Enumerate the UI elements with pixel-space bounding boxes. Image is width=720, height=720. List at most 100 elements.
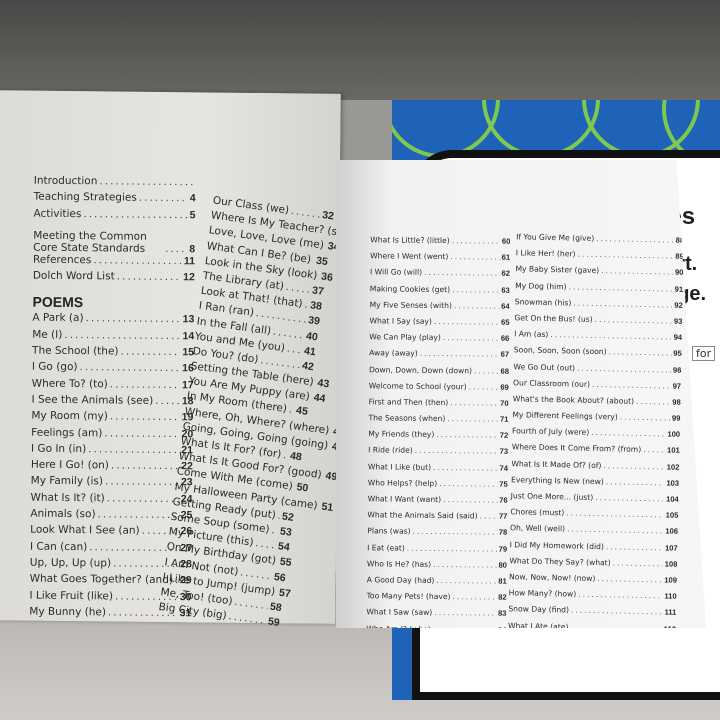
- toc-entry-page: 72: [499, 430, 509, 440]
- dot-leader: [592, 380, 671, 391]
- toc-entry-title: Our Classroom (our): [513, 377, 591, 389]
- toc-entry-title: Who Helps? (help): [367, 478, 438, 488]
- toc-entry-page: 75: [499, 479, 508, 489]
- toc-entry-title: Get On the Bus! (us): [514, 313, 593, 324]
- toc-entry-page: 40: [305, 329, 319, 343]
- dot-leader: [577, 250, 673, 261]
- toc-entry-title: Teaching Strategies: [33, 190, 137, 205]
- toc-entry-page: 64: [501, 301, 510, 311]
- toc-entry-page: 12: [183, 271, 195, 284]
- dot-leader: [105, 476, 179, 489]
- toc-entry: What I Saw (saw) 83: [366, 608, 506, 626]
- toc-entry-title: Where Does It Come From? (from): [511, 442, 642, 455]
- toc-entry: References 11: [33, 254, 195, 272]
- dot-leader: [595, 315, 673, 326]
- toc-entry-page: 50: [295, 481, 309, 495]
- dot-leader: [110, 411, 180, 424]
- toc-entry-title: Up, Up, Up (up): [29, 556, 112, 570]
- dot-leader: [155, 395, 180, 407]
- toc-entry-page: 98: [672, 397, 681, 407]
- toc-entry-page: 63: [501, 285, 510, 295]
- toc-entry-page: 83: [497, 608, 507, 619]
- dot-leader: [413, 527, 497, 537]
- dot-leader: [434, 608, 496, 618]
- toc-entry: I See the Animals (see)18: [31, 394, 193, 412]
- toc-entry-title: Fourth of July (were): [511, 426, 590, 438]
- toc-entry-page: 97: [672, 381, 682, 391]
- toc-entry-page: 78: [498, 528, 508, 538]
- toc-entry: Who Is He? (has) 80: [367, 559, 507, 577]
- toc-entry: I Will Go (will) 62: [370, 268, 510, 286]
- toc-entry: I Go (go)16: [32, 361, 194, 379]
- dot-leader: [550, 330, 672, 342]
- toc-entry-title: My Bunny (he): [29, 605, 107, 619]
- dot-leader: [577, 363, 671, 374]
- dot-leader: [578, 590, 662, 601]
- toc-entry-page: 91: [674, 284, 684, 294]
- toc-entry-page: 8: [189, 243, 196, 256]
- toc-entry-title: Welcome to School (your): [368, 380, 467, 391]
- toc-entry: My Family (is)23: [31, 475, 193, 493]
- dot-leader: [165, 243, 187, 255]
- dot-leader: [290, 205, 321, 221]
- toc-entry-title: Oh, Well (well): [509, 523, 566, 534]
- toc-entry-title: Down, Down, Down (down): [368, 364, 473, 375]
- toc-entry-page: 51: [320, 500, 334, 514]
- dot-leader: [474, 366, 499, 375]
- toc-entry-title: My Baby Sister (gave): [515, 264, 600, 276]
- toc-entry-page: 32: [321, 209, 335, 223]
- toc-entry-title: What the Animals Said (said): [367, 510, 478, 521]
- toc-entry-page: 71: [499, 414, 509, 424]
- dot-leader: [277, 510, 281, 522]
- book-label-box: for: [692, 346, 716, 361]
- dot-leader: [79, 361, 180, 374]
- toc-entry-title: I Will Go (will): [369, 267, 423, 278]
- toc-entry: Down, Down, Down (down) 68: [369, 365, 509, 383]
- toc-entry-page: 14: [182, 329, 195, 343]
- toc-entry: Where To? (to)17: [32, 377, 194, 395]
- toc-entry-page: 39: [307, 314, 321, 328]
- toc-entry-page: 62: [501, 269, 511, 279]
- toc-entry-title: What Is It Made Of? (of): [511, 458, 602, 470]
- toc-entry: What Is Little? (little) 60: [370, 235, 510, 253]
- dot-leader: [415, 446, 498, 456]
- dot-leader: [436, 430, 498, 440]
- toc-entry-title: I Am (as): [514, 329, 549, 340]
- toc-entry-title: What's the Book About? (about): [512, 394, 635, 406]
- toc-entry-page: 43: [316, 377, 330, 391]
- toc-entry-title: Too Many Pets! (have): [366, 591, 451, 602]
- dot-leader: [469, 382, 499, 391]
- toc-entry-page: 109: [664, 575, 678, 585]
- toc-entry: The Seasons (when) 71: [368, 413, 508, 431]
- toc-entry-title: A Good Day (had): [366, 575, 435, 585]
- dot-leader: [606, 477, 665, 487]
- toc-entry-page: 55: [279, 555, 293, 570]
- toc-entry-title: Plans (was): [367, 526, 411, 537]
- poems-heading: POEMS: [32, 294, 84, 311]
- toc-entry-title: What Is It? (it): [30, 491, 105, 505]
- dot-leader: [86, 313, 181, 326]
- toc-entry: The School (the)15: [32, 345, 194, 363]
- toc-entry-page: 93: [673, 316, 683, 326]
- toc-entry-page: 60: [501, 236, 511, 246]
- toc-entry-page: 94: [673, 332, 683, 342]
- toc-entry-title: My Friends (they): [368, 429, 435, 440]
- toc-entry-page: 58: [269, 600, 283, 614]
- toc-entry-title: Chores (must): [510, 507, 565, 518]
- toc-entry-title: I Eat (eat): [367, 542, 405, 553]
- toc-entry-page: 82: [498, 592, 507, 602]
- toc-entry: Animals (so)25: [30, 508, 192, 526]
- dot-leader: [304, 299, 309, 311]
- dot-leader: [420, 349, 499, 359]
- toc-entry-page: 96: [672, 365, 682, 375]
- toc-entry-title: My Five Senses (with): [369, 300, 453, 310]
- toc-entry-title: References: [32, 253, 92, 267]
- toc-entry-title: The School (the): [31, 344, 119, 358]
- toc-entry-title: I Did My Homework (did): [509, 539, 604, 551]
- toc-entry: First and Then (then) 70: [369, 397, 509, 415]
- toc-entry: Here I Go! (on)22: [31, 459, 193, 477]
- toc-entry-title: I Go (go): [31, 360, 78, 374]
- toc-entry-page: 44: [312, 391, 327, 406]
- toc-entry-title: Dolch Word List: [32, 269, 115, 283]
- right-page: What Is Little? (little) 60 Where I Went (…: [336, 160, 706, 628]
